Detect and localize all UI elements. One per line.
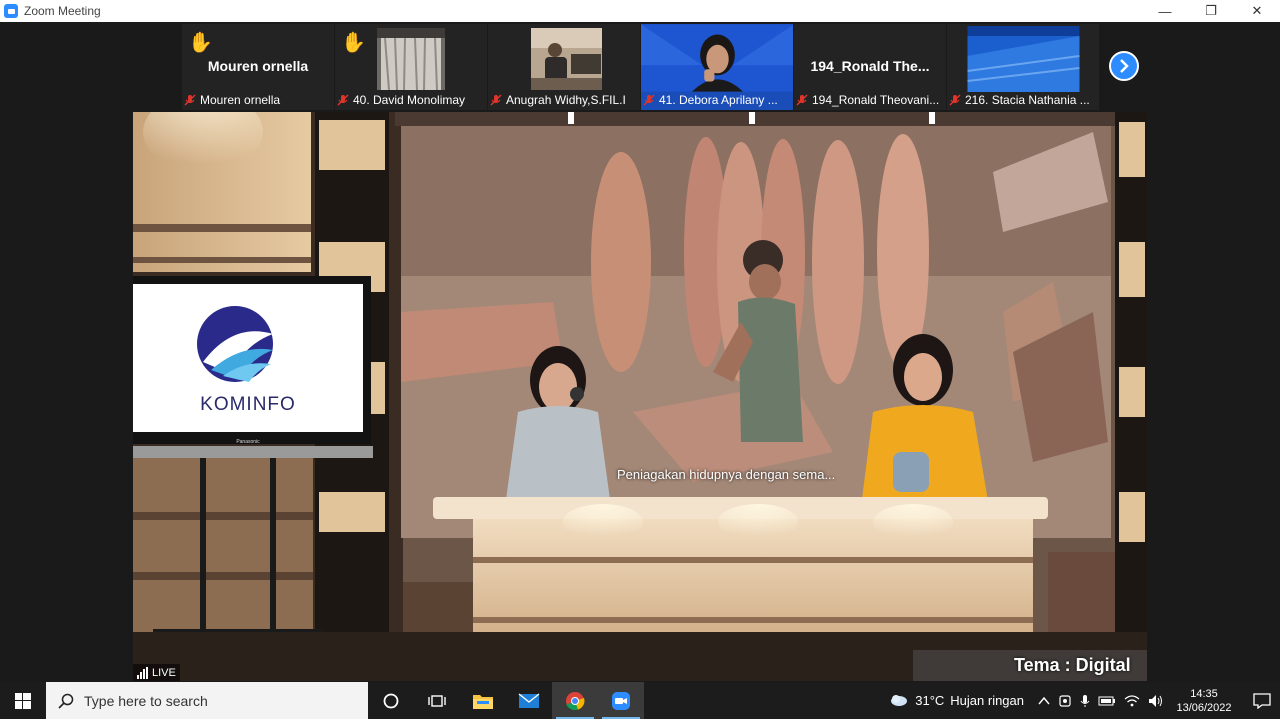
weather-desc: Hujan ringan: [950, 693, 1024, 708]
participant-label: Mouren ornella: [184, 92, 332, 108]
live-label: LIVE: [152, 666, 176, 679]
zoom-app-icon: [4, 4, 18, 18]
next-page-button[interactable]: [1109, 51, 1139, 81]
tray-icons: [1038, 694, 1164, 708]
cortana-button[interactable]: [368, 682, 414, 719]
raised-hand-icon: ✋: [188, 32, 213, 54]
notification-icon: [1253, 692, 1271, 709]
live-indicator: LIVE: [133, 664, 180, 681]
muted-mic-icon: [490, 94, 502, 106]
participant-label: 41. Debora Aprilany ...: [643, 92, 791, 108]
weather-temp: 31°C: [915, 693, 945, 708]
tema-overlay: Tema : Digital: [1014, 655, 1131, 675]
participant-tile[interactable]: ✋ 40. David Monolimay: [335, 24, 488, 110]
participant-video-thumb: [531, 28, 602, 90]
participant-label: 216. Stacia Nathania ...: [949, 92, 1097, 108]
participant-name: 194_Ronald Theovani...: [812, 93, 940, 107]
zoom-taskbar-button[interactable]: [598, 682, 644, 719]
muted-mic-icon: [796, 94, 808, 106]
volume-icon[interactable]: [1148, 694, 1164, 708]
restore-button[interactable]: ❐: [1188, 0, 1234, 22]
clock[interactable]: 14:35 13/06/2022: [1174, 687, 1234, 715]
participant-display-name: Mouren ornella: [207, 58, 309, 74]
monitor-brand: Panasonic: [236, 439, 260, 445]
file-explorer-button[interactable]: [460, 682, 506, 719]
participant-name: 216. Stacia Nathania ...: [965, 93, 1090, 107]
window-title: Zoom Meeting: [24, 4, 101, 18]
start-button[interactable]: [0, 682, 46, 719]
participant-tile[interactable]: 41. Debora Aprilany ...: [641, 24, 794, 110]
muted-mic-icon: [184, 94, 196, 106]
muted-mic-icon: [949, 94, 961, 106]
participant-name: 41. Debora Aprilany ...: [659, 93, 778, 107]
task-view-icon: [428, 694, 446, 707]
wifi-icon[interactable]: [1124, 694, 1140, 707]
notification-button[interactable]: [1244, 682, 1280, 719]
participant-video-thumb: [967, 26, 1080, 92]
muted-mic-icon: [643, 94, 655, 106]
participant-video-thumb: [641, 24, 793, 92]
participant-name: Mouren ornella: [200, 93, 281, 107]
battery-icon[interactable]: [1098, 695, 1116, 707]
cloud-rain-icon: [891, 694, 908, 706]
folder-icon: [473, 694, 493, 709]
muted-mic-icon: [337, 94, 349, 106]
participant-tile[interactable]: 194_Ronald The... 194_Ronald Theovani...: [794, 24, 947, 110]
meet-now-icon[interactable]: [1058, 694, 1072, 708]
main-video[interactable]: KOMINFO Panasonic: [133, 112, 1147, 681]
chrome-icon: [566, 691, 585, 710]
participant-display-name: 194_Ronald The...: [810, 58, 930, 74]
cortana-circle-icon: [383, 693, 399, 708]
chrome-button[interactable]: [552, 682, 598, 719]
mail-icon: [518, 692, 540, 708]
mail-button[interactable]: [506, 682, 552, 719]
signal-icon: [137, 666, 148, 679]
participant-label: 40. David Monolimay: [337, 92, 485, 108]
participant-label: 194_Ronald Theovani...: [796, 92, 944, 108]
raised-hand-icon: ✋: [341, 32, 366, 54]
close-button[interactable]: ✕: [1234, 0, 1280, 22]
kominfo-logo-text: KOMINFO: [200, 394, 296, 415]
participant-name: 40. David Monolimay: [353, 93, 466, 107]
microphone-icon[interactable]: [1080, 694, 1090, 708]
participant-tile[interactable]: Anugrah Widhy,S.FIL.I: [488, 24, 641, 110]
participant-name: Anugrah Widhy,S.FIL.I: [506, 93, 626, 107]
system-tray: 31°C Hujan ringan 14:35 13/06/2022: [889, 682, 1280, 719]
video-caption: Peniagakan hidupnya dengan sema...: [617, 467, 836, 482]
windows-logo-icon: [15, 692, 31, 709]
windows-taskbar: Type here to search 31°C Hujan ringan 14…: [0, 682, 1280, 719]
news-studio-scene: KOMINFO Panasonic: [133, 112, 1147, 681]
participant-video-thumb: [377, 28, 445, 90]
window-controls: — ❐ ✕: [1142, 0, 1280, 22]
taskbar-search[interactable]: Type here to search: [46, 682, 368, 719]
weather-widget[interactable]: 31°C Hujan ringan: [889, 693, 1024, 709]
task-view-button[interactable]: [414, 682, 460, 719]
search-placeholder: Type here to search: [84, 692, 208, 709]
zoom-icon: [612, 691, 630, 710]
clock-time: 14:35: [1190, 687, 1218, 700]
participant-label: Anugrah Widhy,S.FIL.I: [490, 92, 638, 108]
window-titlebar: Zoom Meeting — ❐ ✕: [0, 0, 1280, 22]
chevron-right-icon: [1120, 59, 1129, 73]
participant-tile[interactable]: 216. Stacia Nathania ...: [947, 24, 1100, 110]
participant-strip: ✋ Mouren ornella Mouren ornella ✋ 40. Da…: [182, 24, 1100, 110]
participant-tile[interactable]: ✋ Mouren ornella Mouren ornella: [182, 24, 335, 110]
search-icon: [58, 693, 74, 709]
minimize-button[interactable]: —: [1142, 0, 1188, 22]
chevron-up-icon[interactable]: [1038, 696, 1050, 706]
clock-date: 13/06/2022: [1176, 701, 1232, 714]
